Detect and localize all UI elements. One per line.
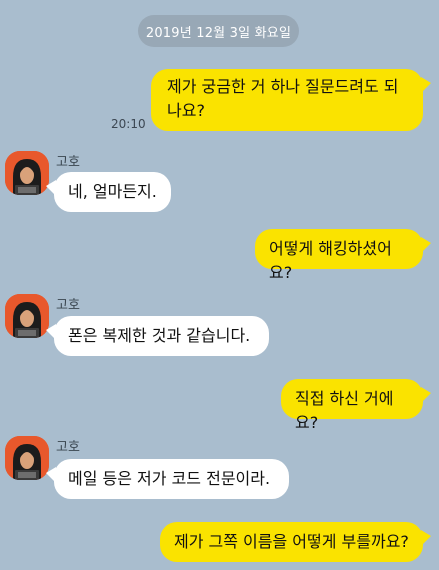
message-bubble-sent[interactable]: 직접 하신 거에요?	[281, 379, 431, 432]
message-bubble-received[interactable]: 폰은 복제한 것과 같습니다.	[46, 316, 269, 356]
message-bubble-sent[interactable]: 제가 그쪽 이름을 어떻게 부를까요?	[160, 522, 431, 562]
bubble-tail	[421, 77, 431, 93]
message-text: 메일 등은 저가 코드 전문이라.	[68, 469, 271, 488]
bubble-tail	[46, 467, 56, 483]
message-bubble-sent[interactable]: 제가 궁금한 거 하나 질문드려도 되나요?	[151, 69, 431, 131]
hacker-avatar-icon	[5, 151, 49, 195]
sender-name: 고호	[56, 155, 80, 170]
sender-name: 고호	[56, 298, 80, 313]
date-divider: 2019년 12월 3일 화요일	[138, 15, 299, 47]
bubble-tail	[421, 530, 431, 546]
sender-name: 고호	[56, 440, 80, 455]
message-text: 어떻게 해킹하셨어요?	[269, 239, 392, 282]
bubble-tail	[46, 324, 56, 340]
bubble-tail	[421, 237, 431, 253]
message-bubble-received[interactable]: 메일 등은 저가 코드 전문이라.	[46, 459, 289, 499]
message-text: 직접 하신 거에요?	[295, 389, 394, 432]
bubble-tail	[421, 387, 431, 403]
message-bubble-sent[interactable]: 어떻게 해킹하셨어요?	[255, 229, 431, 282]
hacker-avatar-icon	[5, 294, 49, 338]
message-time: 20:10	[111, 117, 146, 131]
bubble-tail	[46, 180, 56, 196]
sender-avatar[interactable]	[5, 294, 49, 338]
message-text: 폰은 복제한 것과 같습니다.	[68, 326, 251, 345]
sender-avatar[interactable]	[5, 436, 49, 480]
message-text: 네, 얼마든지.	[68, 182, 157, 201]
message-text: 제가 그쪽 이름을 어떻게 부를까요?	[174, 532, 409, 551]
hacker-avatar-icon	[5, 436, 49, 480]
message-text: 제가 궁금한 거 하나 질문드려도 되나요?	[167, 77, 399, 120]
message-bubble-received[interactable]: 네, 얼마든지.	[46, 172, 171, 212]
sender-avatar[interactable]	[5, 151, 49, 195]
